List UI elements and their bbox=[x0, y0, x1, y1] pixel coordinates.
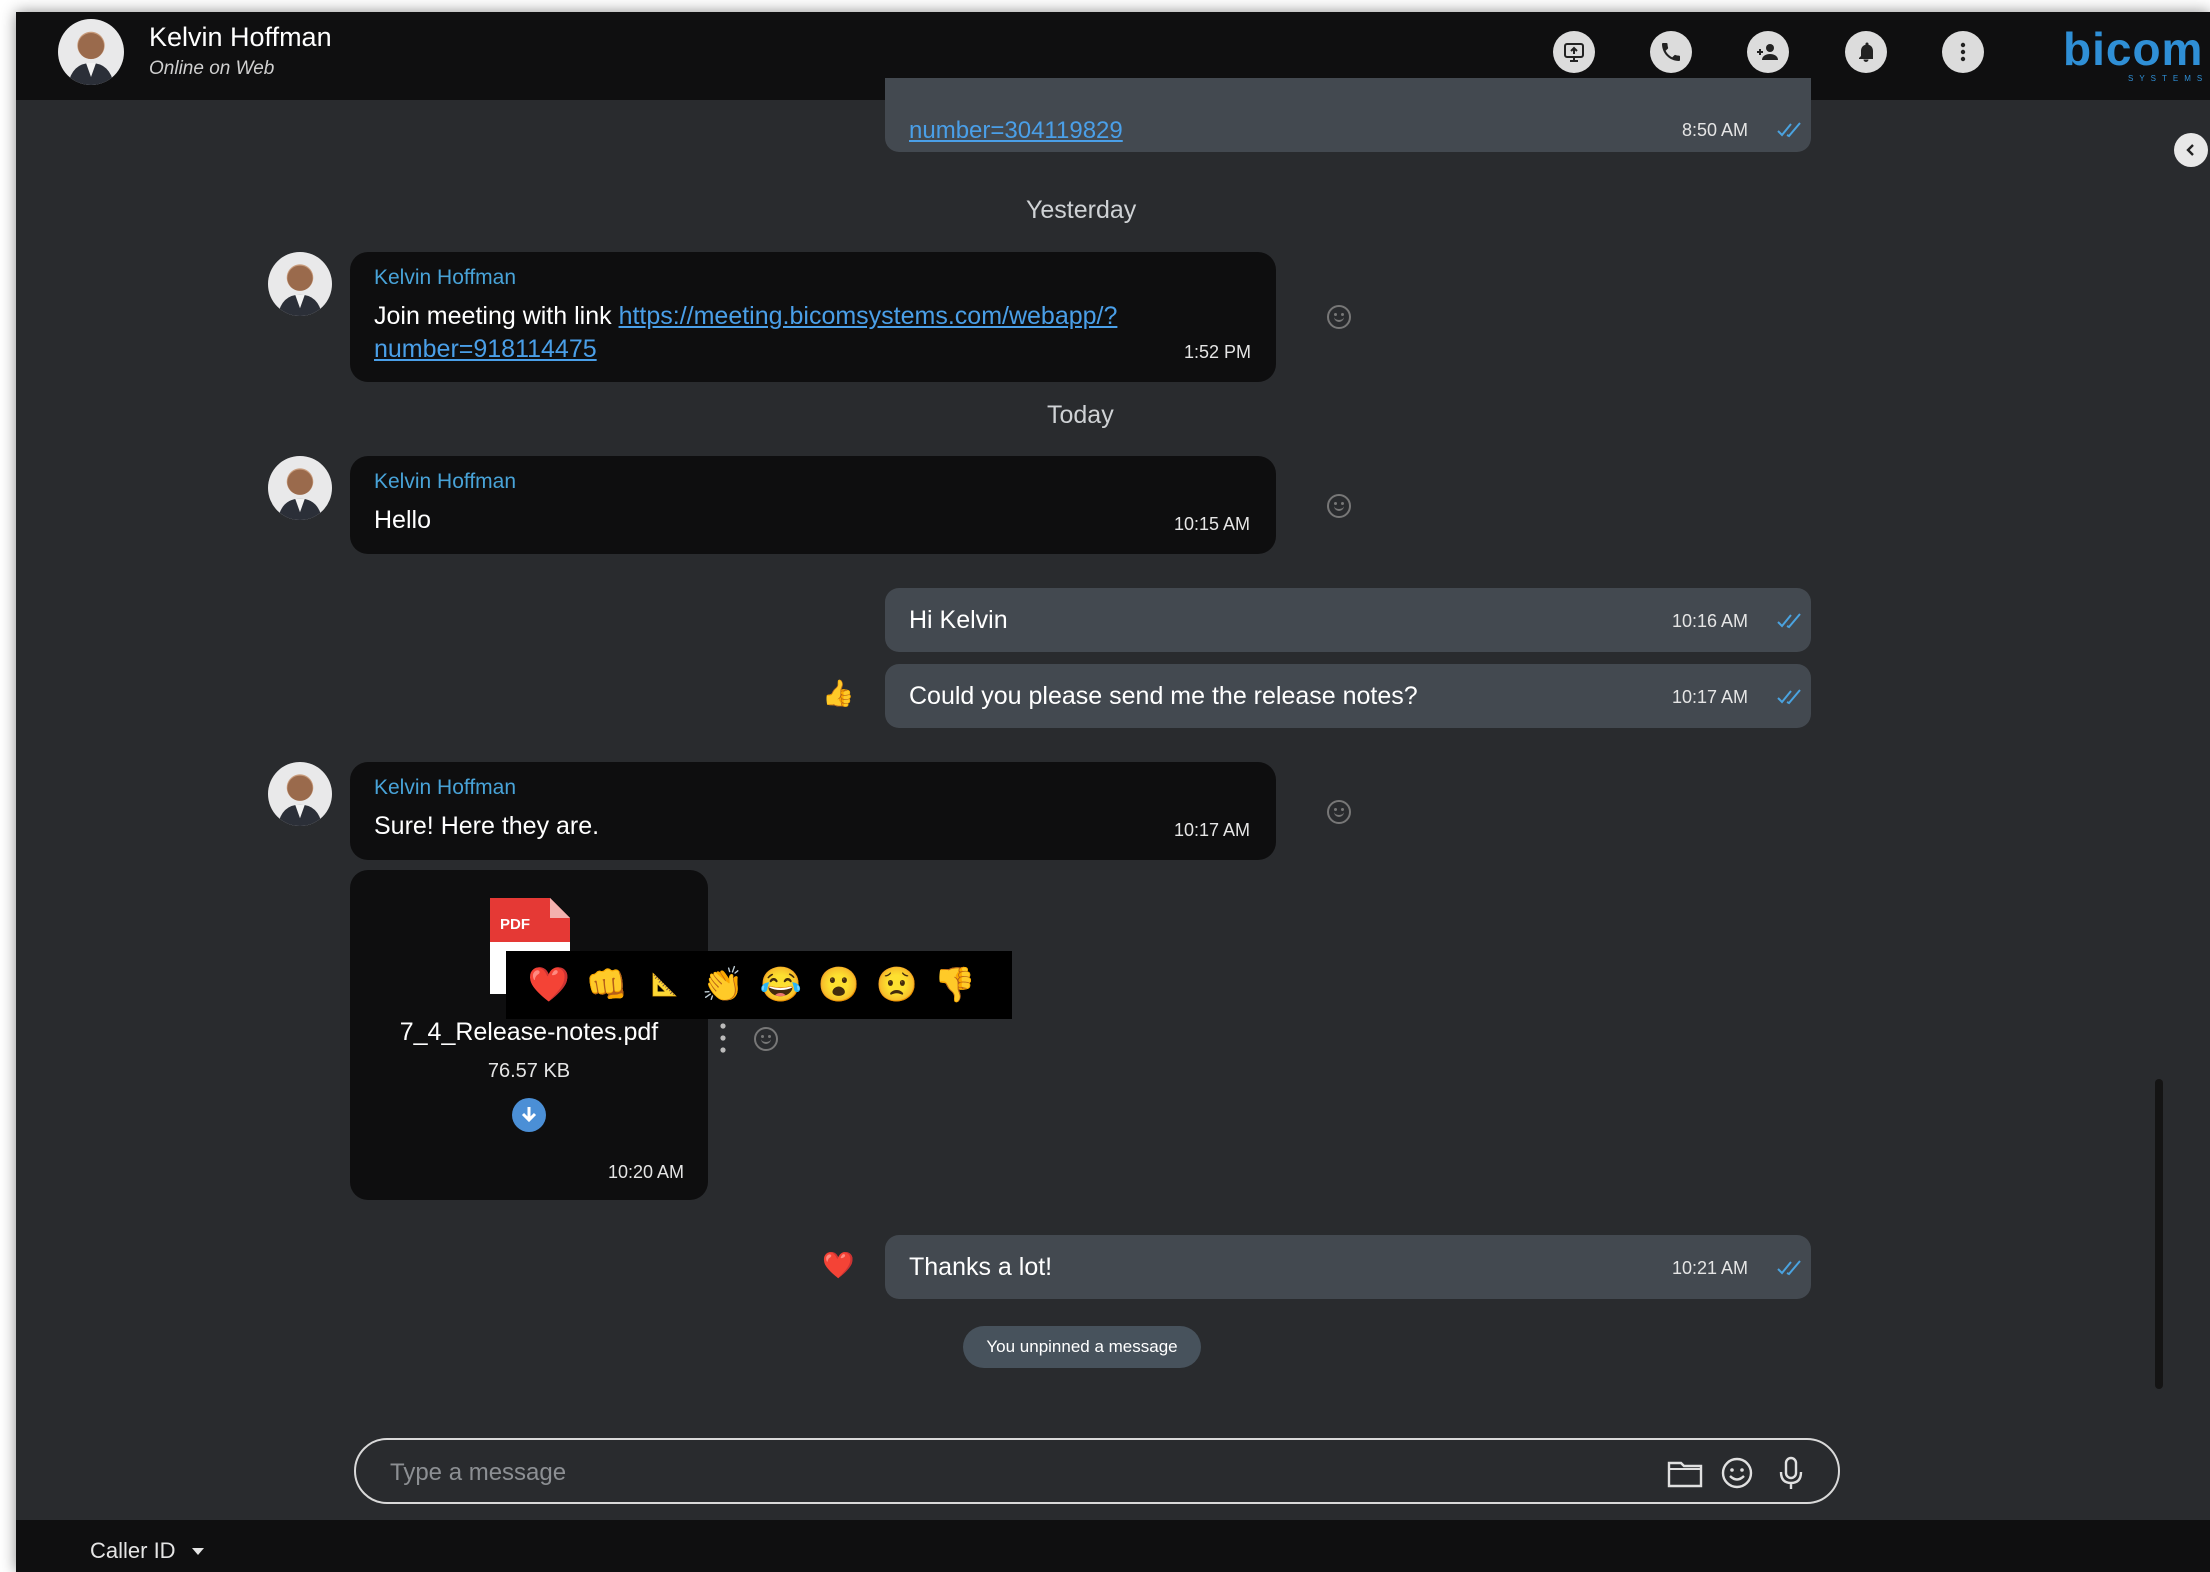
sender-avatar bbox=[268, 456, 332, 520]
read-receipt-icon bbox=[1777, 122, 1801, 138]
outgoing-message[interactable]: Could you please send me the release not… bbox=[885, 664, 1811, 728]
folder-icon[interactable] bbox=[1666, 1454, 1704, 1492]
chevron-left-icon bbox=[2186, 144, 2194, 156]
file-name: 7_4_Release-notes.pdf bbox=[399, 1018, 659, 1046]
download-arrow-icon bbox=[521, 1107, 537, 1123]
caret-down-icon[interactable] bbox=[192, 1548, 204, 1555]
add-participant-button[interactable] bbox=[1747, 31, 1789, 73]
emoji-reaction-picker: ❤️ 👊 📐 👏 😂 😮 😟 👎 bbox=[506, 951, 1012, 1019]
add-reaction-icon[interactable] bbox=[754, 1027, 778, 1051]
add-user-icon bbox=[1757, 44, 1778, 60]
message-text: Hello bbox=[374, 506, 431, 534]
read-receipt-icon bbox=[1777, 613, 1801, 629]
reaction-fist[interactable]: 👊 bbox=[578, 951, 636, 1019]
read-receipt-icon bbox=[1777, 689, 1801, 705]
file-attachment-message[interactable]: PDF 7_4_Release-notes.pdf 76.57 KB 10:20… bbox=[350, 870, 708, 1200]
message-input[interactable] bbox=[388, 1450, 1592, 1496]
contact-avatar[interactable] bbox=[58, 19, 124, 85]
message-time: 1:52 PM bbox=[1184, 342, 1252, 362]
message-time: 10:17 AM bbox=[1174, 820, 1251, 840]
message-time: 8:50 AM bbox=[1682, 120, 1749, 140]
reaction-triangle-ruler[interactable]: 📐 bbox=[636, 951, 694, 1019]
emoji-icon[interactable] bbox=[1718, 1454, 1756, 1492]
reaction-thumbs-down[interactable]: 👎 bbox=[926, 951, 984, 1019]
sender-name: Kelvin Hoffman bbox=[374, 470, 517, 493]
message-time: 10:15 AM bbox=[1174, 514, 1251, 534]
message-time: 10:16 AM bbox=[1672, 611, 1749, 631]
message-link[interactable]: number=304119829 bbox=[909, 117, 1123, 144]
more-vertical-icon bbox=[1960, 42, 1966, 62]
meeting-link[interactable]: https://meeting.bicomsystems.com/webapp/… bbox=[619, 302, 1118, 330]
message-time: 10:20 AM bbox=[608, 1162, 685, 1182]
day-separator: Today bbox=[1047, 401, 1114, 429]
sender-name: Kelvin Hoffman bbox=[374, 776, 517, 799]
incoming-message[interactable]: Kelvin Hoffman Sure! Here they are. 10:1… bbox=[350, 762, 1276, 860]
sender-avatar bbox=[268, 762, 332, 826]
message-text: Sure! Here they are. bbox=[374, 812, 600, 840]
add-reaction-icon[interactable] bbox=[1327, 800, 1351, 824]
read-receipt-icon bbox=[1777, 1260, 1801, 1276]
contact-name: Kelvin Hoffman bbox=[149, 22, 332, 52]
message-text: Join meeting with link bbox=[374, 302, 619, 330]
message-reaction[interactable]: ❤️ bbox=[822, 1250, 854, 1281]
message-text: Thanks a lot! bbox=[909, 1253, 1053, 1281]
message-composer bbox=[354, 1438, 1840, 1504]
collapse-panel-button[interactable] bbox=[2174, 133, 2208, 167]
message-text: Could you please send me the release not… bbox=[909, 682, 1418, 710]
call-button[interactable] bbox=[1650, 31, 1692, 73]
reaction-surprised[interactable]: 😮 bbox=[810, 951, 868, 1019]
message-reaction[interactable]: 👍 bbox=[822, 678, 854, 709]
reaction-clap[interactable]: 👏 bbox=[694, 951, 752, 1019]
phone-icon bbox=[1662, 43, 1680, 61]
add-reaction-icon[interactable] bbox=[1327, 305, 1351, 329]
screen-share-icon bbox=[1564, 43, 1584, 62]
pdf-label: PDF bbox=[500, 916, 530, 933]
message-options-icon[interactable] bbox=[719, 1021, 727, 1055]
brand-logo: bicom bbox=[2063, 23, 2204, 75]
brand-logo-subtitle: SYSTEMS bbox=[2128, 74, 2209, 83]
outgoing-message[interactable]: Thanks a lot! 10:21 AM bbox=[885, 1235, 1811, 1299]
more-options-button[interactable] bbox=[1942, 31, 1984, 73]
file-size: 76.57 KB bbox=[487, 1060, 571, 1082]
system-notice: You unpinned a message bbox=[963, 1326, 1201, 1368]
microphone-icon[interactable] bbox=[1772, 1454, 1810, 1492]
download-button[interactable] bbox=[512, 1098, 546, 1132]
sender-avatar bbox=[268, 252, 332, 316]
sender-name: Kelvin Hoffman bbox=[374, 266, 517, 289]
caller-id-dropdown[interactable]: Caller ID bbox=[90, 1538, 176, 1564]
reaction-worried[interactable]: 😟 bbox=[868, 951, 926, 1019]
scrollbar[interactable] bbox=[2155, 1079, 2163, 1389]
add-reaction-icon[interactable] bbox=[1327, 494, 1351, 518]
footer-bar: Caller ID bbox=[16, 1520, 2210, 1572]
message-time: 10:17 AM bbox=[1672, 687, 1749, 707]
reaction-laugh[interactable]: 😂 bbox=[752, 951, 810, 1019]
message-text: Hi Kelvin bbox=[909, 606, 1008, 634]
incoming-message[interactable]: Kelvin Hoffman Join meeting with link ht… bbox=[350, 252, 1276, 382]
chat-app: Kelvin Hoffman Online on Web bicom SYSTE… bbox=[16, 12, 2210, 1572]
screen-share-button[interactable] bbox=[1553, 31, 1595, 73]
meeting-link-number[interactable]: number=918114475 bbox=[374, 335, 597, 363]
reaction-heart[interactable]: ❤️ bbox=[520, 951, 578, 1019]
contact-status: Online on Web bbox=[149, 58, 275, 79]
day-separator: Yesterday bbox=[1026, 196, 1137, 224]
bell-icon bbox=[1859, 42, 1873, 62]
outgoing-message[interactable]: number=304119829 8:50 AM bbox=[885, 78, 1811, 152]
incoming-message[interactable]: Kelvin Hoffman Hello 10:15 AM bbox=[350, 456, 1276, 554]
message-time: 10:21 AM bbox=[1672, 1258, 1749, 1278]
outgoing-message[interactable]: Hi Kelvin 10:16 AM bbox=[885, 588, 1811, 652]
notifications-button[interactable] bbox=[1845, 31, 1887, 73]
